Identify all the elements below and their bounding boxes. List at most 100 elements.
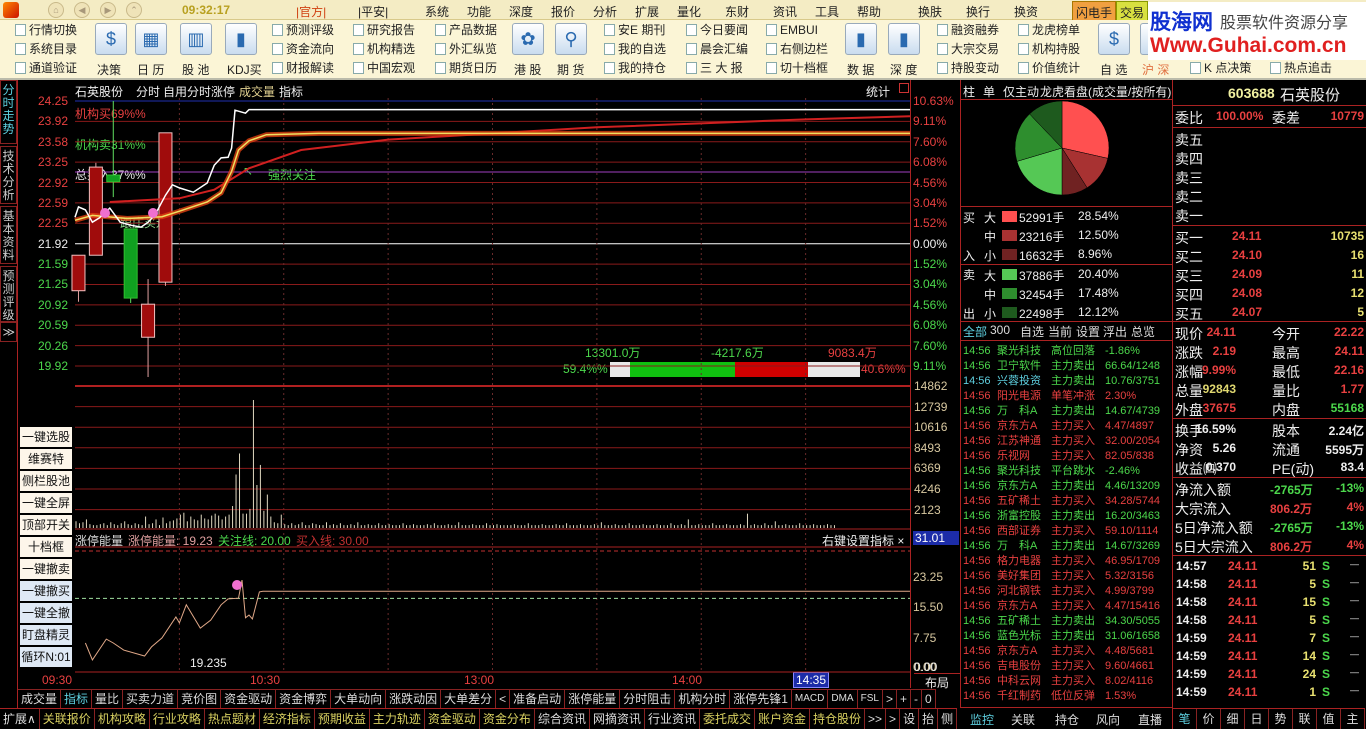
toolbar-item[interactable]: 持股变动 (937, 59, 999, 77)
function-tab[interactable]: > (886, 709, 901, 729)
toolbar-item[interactable]: 财报解读 (272, 59, 334, 77)
toolbar-button-label[interactable]: KDJ买 (227, 61, 262, 78)
toolbar-button-label[interactable]: 沪 深 (1142, 61, 1169, 78)
function-tab[interactable]: 行业资讯 (645, 709, 700, 729)
toolbar-item[interactable]: 大宗交易 (937, 40, 999, 58)
monitor-row[interactable]: 14:56 格力电器 主力买入 46.95/1709 (963, 552, 1160, 568)
monitor-row[interactable]: 14:56 河北钢铁 主力买入 4.99/3799 (963, 582, 1154, 598)
indicator-tab[interactable]: 涨停能量 (565, 690, 621, 708)
toolbar-item[interactable]: 龙虎榜单 (1018, 21, 1080, 39)
toolbar-item[interactable]: 研究报告 (353, 21, 415, 39)
bar-chart-icon[interactable]: ▮ (888, 23, 920, 55)
function-tab[interactable]: 侧 (938, 709, 958, 729)
function-tab[interactable]: 主力轨迹 (370, 709, 425, 729)
indicator-tab[interactable]: 0 (922, 690, 936, 708)
toolbar-button-label[interactable]: 自 选 (1100, 61, 1127, 78)
monitor-row[interactable]: 14:56 千红制药 低位反弹 1.53% (963, 687, 1136, 703)
skin-menu[interactable]: 换肤 (918, 3, 942, 20)
indicator-tab[interactable]: 资金博弈 (276, 690, 332, 708)
monitor-filter[interactable]: 自选 (1020, 323, 1044, 340)
skin-menu[interactable]: 换资 (1014, 3, 1038, 20)
indicator-tab[interactable]: FSL (858, 690, 883, 708)
dragon-tab[interactable]: 仅主动 (1003, 83, 1039, 100)
indicator-tab[interactable]: MACD (792, 690, 829, 708)
side-tab[interactable]: 技术分析 (0, 146, 17, 204)
quote-tab[interactable]: 主 (1341, 709, 1365, 729)
function-tab[interactable]: 网摘资讯 (590, 709, 645, 729)
indicator-tab[interactable]: 资金驱动 (221, 690, 277, 708)
toolbar-button-label[interactable]: 股 池 (182, 61, 209, 78)
indicator-tab[interactable]: 大单差分 (441, 690, 497, 708)
panel-tab[interactable]: 持仓 (1055, 711, 1079, 728)
toolbar-item[interactable]: 安E 期刊 (604, 21, 665, 39)
toolbar-item[interactable]: 行情切换 (15, 21, 77, 39)
function-tab[interactable]: 预期收益 (315, 709, 370, 729)
stats-button[interactable]: 统计 (866, 83, 890, 100)
quote-tab[interactable]: 价 (1197, 709, 1221, 729)
monitor-row[interactable]: 14:56 万 科A 主力卖出 14.67/3269 (963, 537, 1160, 553)
function-tab[interactable]: >> (865, 709, 887, 729)
side-tab[interactable]: 预测评级 (0, 266, 17, 322)
toolbar-item[interactable]: 产品数据 (435, 21, 497, 39)
monitor-filter[interactable]: 浮出 (1103, 323, 1127, 340)
indicator-tab[interactable]: + (897, 690, 911, 708)
home-icon[interactable]: ⌂ (48, 2, 64, 18)
monitor-row[interactable]: 14:56 蓝色光标 主力卖出 31.06/1658 (963, 627, 1160, 643)
broker-tab[interactable]: |官方| (296, 3, 326, 20)
indicator-tab[interactable]: 买卖力道 (123, 690, 179, 708)
dragon-tab[interactable]: 单 (983, 83, 995, 100)
toolbar-button-label[interactable]: 港 股 (514, 61, 541, 78)
monitor-row[interactable]: 14:56 京东方A 主力买入 4.47/4897 (963, 417, 1154, 433)
menu-item[interactable]: 东财 (725, 3, 749, 20)
toolbar-item[interactable]: 预测评级 (272, 21, 334, 39)
toolbar-button-label[interactable]: 数 据 (847, 61, 874, 78)
up-icon[interactable]: ⌃ (126, 2, 142, 18)
monitor-filter[interactable]: 设置 (1076, 323, 1100, 340)
quote-tab[interactable]: 联 (1293, 709, 1317, 729)
function-tab[interactable]: 机构攻略 (95, 709, 150, 729)
dollar-icon[interactable]: $ (95, 23, 127, 55)
toolbar-item[interactable]: 我的自选 (604, 40, 666, 58)
quick-button[interactable]: 盯盘精灵 (20, 625, 72, 646)
toolbar-item[interactable]: 机构精选 (353, 40, 415, 58)
menu-item[interactable]: 量化 (677, 3, 701, 20)
monitor-row[interactable]: 14:56 阳光电源 单笔冲涨 2.30% (963, 387, 1136, 403)
toolbar-item[interactable]: K 点决策 (1190, 59, 1251, 77)
side-tab[interactable]: 分时走势 (0, 80, 17, 144)
indicator-tab[interactable]: 大单动向 (331, 690, 387, 708)
monitor-row[interactable]: 14:56 聚光科技 平台跳水 -2.46% (963, 462, 1140, 478)
indicator-tab[interactable]: 准备启动 (510, 690, 566, 708)
toolbar-item[interactable]: 中国宏观 (353, 59, 415, 77)
quote-tab[interactable]: 细 (1221, 709, 1245, 729)
flower-icon[interactable]: ✿ (512, 23, 544, 55)
indicator-tab[interactable]: DMA (828, 690, 858, 708)
toolbar-item[interactable]: 今日要闻 (686, 21, 748, 39)
side-tab[interactable]: 基本资料 (0, 206, 17, 264)
dragon-tab[interactable]: 龙虎看盘(成交量/按所有) (1040, 83, 1171, 100)
function-tab[interactable]: 行业攻略 (150, 709, 205, 729)
monitor-row[interactable]: 14:56 京东方A 主力买入 4.48/5681 (963, 642, 1154, 658)
quick-button[interactable]: 十档框 (20, 537, 72, 558)
monitor-row[interactable]: 14:56 浙富控股 主力卖出 16.20/3463 (963, 507, 1160, 523)
chart-tab[interactable]: 指标 (279, 83, 303, 100)
toolbar-item[interactable]: 资金流向 (272, 40, 334, 58)
menu-item[interactable]: 报价 (551, 3, 575, 20)
quick-button[interactable]: 一键全撤 (20, 603, 72, 624)
function-tab[interactable]: 设 (900, 709, 920, 729)
forward-icon[interactable]: ▶ (100, 2, 116, 18)
toolbar-item[interactable]: 机构持股 (1018, 40, 1080, 58)
toolbar-item[interactable]: 系统目录 (15, 40, 77, 58)
monitor-row[interactable]: 14:56 五矿稀土 主力卖出 34.30/5055 (963, 612, 1160, 628)
quick-button[interactable]: 一键撤卖 (20, 559, 72, 580)
toolbar-item[interactable]: EMBUI (766, 21, 818, 39)
calendar-icon[interactable]: ▦ (135, 23, 167, 55)
menu-item[interactable]: 系统 (425, 3, 449, 20)
toolbar-button-label[interactable]: 期 货 (557, 61, 584, 78)
indicator-settings-hint[interactable]: 右键设置指标 × (822, 532, 904, 549)
toolbar-item[interactable]: 右侧边栏 (766, 40, 828, 58)
toolbar-item[interactable]: 晨会汇编 (686, 40, 748, 58)
toolbar-item[interactable]: 价值统计 (1018, 59, 1080, 77)
monitor-row[interactable]: 14:56 京东方A 主力买入 4.47/15416 (963, 597, 1160, 613)
toolbar-item[interactable]: 外汇纵览 (435, 40, 497, 58)
monitor-row[interactable]: 14:56 卫宁软件 主力卖出 66.64/1248 (963, 357, 1160, 373)
